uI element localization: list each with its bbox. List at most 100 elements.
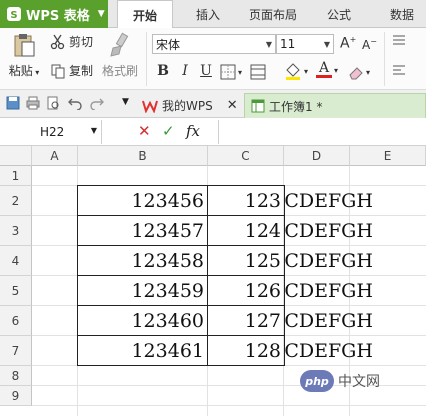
- row-header-4[interactable]: 4: [0, 246, 32, 276]
- cell-d7[interactable]: BCDEFGH: [284, 336, 374, 365]
- cell-d7-text: BCDEFGH: [284, 339, 373, 362]
- tab-page-layout[interactable]: 页面布局: [240, 0, 306, 28]
- ribbon: 粘贴 ▾ 剪切 复制 格式刷 宋体 ▼ 11 ▼ A+ A− B I U ▾ ▾…: [0, 28, 426, 90]
- clear-format-button[interactable]: ▾: [348, 64, 370, 80]
- column-header-b[interactable]: B: [78, 146, 208, 166]
- doc-tab-my-wps[interactable]: 我的WPS ✕: [142, 93, 238, 118]
- row-header-5[interactable]: 5: [0, 276, 32, 306]
- cell-c7[interactable]: 128: [208, 336, 284, 365]
- checkmark-icon[interactable]: ✓: [162, 122, 175, 140]
- app-menu-button[interactable]: S WPS 表格 ▼: [0, 0, 108, 28]
- cell-b6[interactable]: 123460: [78, 306, 207, 335]
- menu-bar: S WPS 表格 ▼ 开始 插入 页面布局 公式 数据: [0, 0, 426, 29]
- paintbrush-icon: [110, 32, 129, 57]
- column-header-a[interactable]: A: [32, 146, 78, 166]
- font-name-select[interactable]: 宋体 ▼: [152, 34, 276, 54]
- formula-input[interactable]: [218, 120, 426, 144]
- undo-icon[interactable]: [68, 96, 82, 110]
- row-header-2[interactable]: 2: [0, 186, 32, 216]
- decrease-font-size-button[interactable]: A−: [362, 37, 377, 52]
- cell-d3[interactable]: BCDEFGH: [284, 216, 374, 245]
- increase-font-size-button[interactable]: A+: [340, 35, 356, 52]
- doc-tab-workbook[interactable]: 工作簿1 *: [244, 93, 426, 118]
- spreadsheet-icon: [251, 99, 265, 113]
- row-header-9[interactable]: 9: [0, 386, 32, 406]
- row-header-7[interactable]: 7: [0, 336, 32, 366]
- redo-icon[interactable]: [90, 96, 104, 110]
- chevron-down-icon: ▼: [90, 126, 97, 135]
- cell-c4[interactable]: 125: [208, 246, 284, 275]
- borders-icon: [220, 64, 236, 80]
- copy-button[interactable]: 复制: [50, 62, 93, 79]
- column-header-c[interactable]: C: [208, 146, 284, 166]
- row-header-6[interactable]: 6: [0, 306, 32, 336]
- font-shrink-icon: A−: [362, 37, 377, 52]
- close-icon[interactable]: ✕: [227, 98, 238, 113]
- cut-button[interactable]: 剪切: [50, 33, 93, 50]
- cell-b2[interactable]: 123456: [78, 186, 207, 215]
- align-left-button[interactable]: [392, 64, 406, 76]
- cell-d6-text: BCDEFGH: [284, 309, 373, 332]
- column-header-e[interactable]: E: [350, 146, 426, 166]
- select-all-corner[interactable]: [0, 146, 32, 166]
- font-grow-icon: A+: [340, 35, 357, 52]
- cell-d5[interactable]: BCDEFGH: [284, 276, 374, 305]
- print-icon[interactable]: [26, 96, 40, 110]
- insert-function-button[interactable]: fx: [186, 122, 200, 140]
- chevron-down-icon: ▾: [304, 66, 309, 76]
- print-preview-icon[interactable]: [46, 96, 60, 110]
- scissors-icon: [50, 34, 65, 49]
- paste-button[interactable]: 粘贴 ▾: [6, 32, 42, 79]
- cell-b4[interactable]: 123458: [78, 246, 207, 275]
- cancel-icon[interactable]: ✕: [138, 122, 151, 140]
- wps-logo-icon: S: [7, 7, 21, 21]
- align-lines-icon: [393, 35, 405, 45]
- tab-insert[interactable]: 插入: [183, 0, 233, 28]
- tab-home[interactable]: 开始: [117, 0, 173, 29]
- borders-button[interactable]: ▾: [220, 64, 242, 80]
- chevron-down-icon[interactable]: ▼: [122, 97, 129, 107]
- cell-d6[interactable]: BCDEFGH: [284, 306, 374, 335]
- row-header-3[interactable]: 3: [0, 216, 32, 246]
- format-painter-label: 格式刷: [101, 64, 138, 78]
- underline-button[interactable]: U: [197, 61, 215, 81]
- row-header-8[interactable]: 8: [0, 366, 32, 386]
- font-size-value: 11: [280, 37, 296, 51]
- cell-c5[interactable]: 126: [208, 276, 284, 305]
- fill-color-button[interactable]: ▾: [284, 62, 308, 80]
- cell-c6[interactable]: 127: [208, 306, 284, 335]
- formula-bar: H22 ▼ ✕ ✓ fx: [0, 118, 426, 146]
- cell-b3[interactable]: 123457: [78, 216, 207, 245]
- bold-button[interactable]: B: [154, 61, 172, 81]
- align-top-button[interactable]: [392, 34, 406, 46]
- cell-d5-text: BCDEFGH: [284, 279, 373, 302]
- align-left-icon: [393, 65, 405, 75]
- chevron-down-icon: ▾: [238, 67, 243, 77]
- merge-icon: [250, 64, 266, 80]
- tab-formulas[interactable]: 公式: [316, 0, 362, 28]
- cell-b5[interactable]: 123459: [78, 276, 207, 305]
- column-header-d[interactable]: D: [284, 146, 350, 166]
- save-icon[interactable]: [6, 96, 20, 110]
- paint-bucket-icon: [286, 63, 300, 80]
- name-box[interactable]: H22 ▼: [0, 120, 102, 144]
- font-color-button[interactable]: A: [316, 61, 332, 78]
- clipboard-icon: [14, 34, 35, 57]
- merge-cells-button[interactable]: [250, 64, 266, 80]
- chevron-down-icon: ▼: [97, 9, 105, 19]
- italic-button[interactable]: I: [176, 61, 194, 81]
- chevron-down-icon[interactable]: ▾: [334, 66, 338, 75]
- cell-d4-text: BCDEFGH: [284, 249, 373, 272]
- format-painter-button[interactable]: 格式刷: [100, 32, 140, 79]
- gridline: [32, 405, 426, 406]
- row-header-1[interactable]: 1: [0, 166, 32, 186]
- tab-data[interactable]: 数据: [378, 0, 426, 28]
- cell-c3[interactable]: 124: [208, 216, 284, 245]
- cell-d4[interactable]: BCDEFGH: [284, 246, 374, 275]
- cell-b7[interactable]: 123461: [78, 336, 207, 365]
- cell-d2[interactable]: BCDEFGH: [284, 186, 374, 215]
- cell-c2[interactable]: 123: [208, 186, 284, 215]
- font-size-select[interactable]: 11 ▼: [276, 34, 334, 54]
- wps-w-icon: [142, 100, 158, 113]
- copy-label: 复制: [69, 64, 94, 78]
